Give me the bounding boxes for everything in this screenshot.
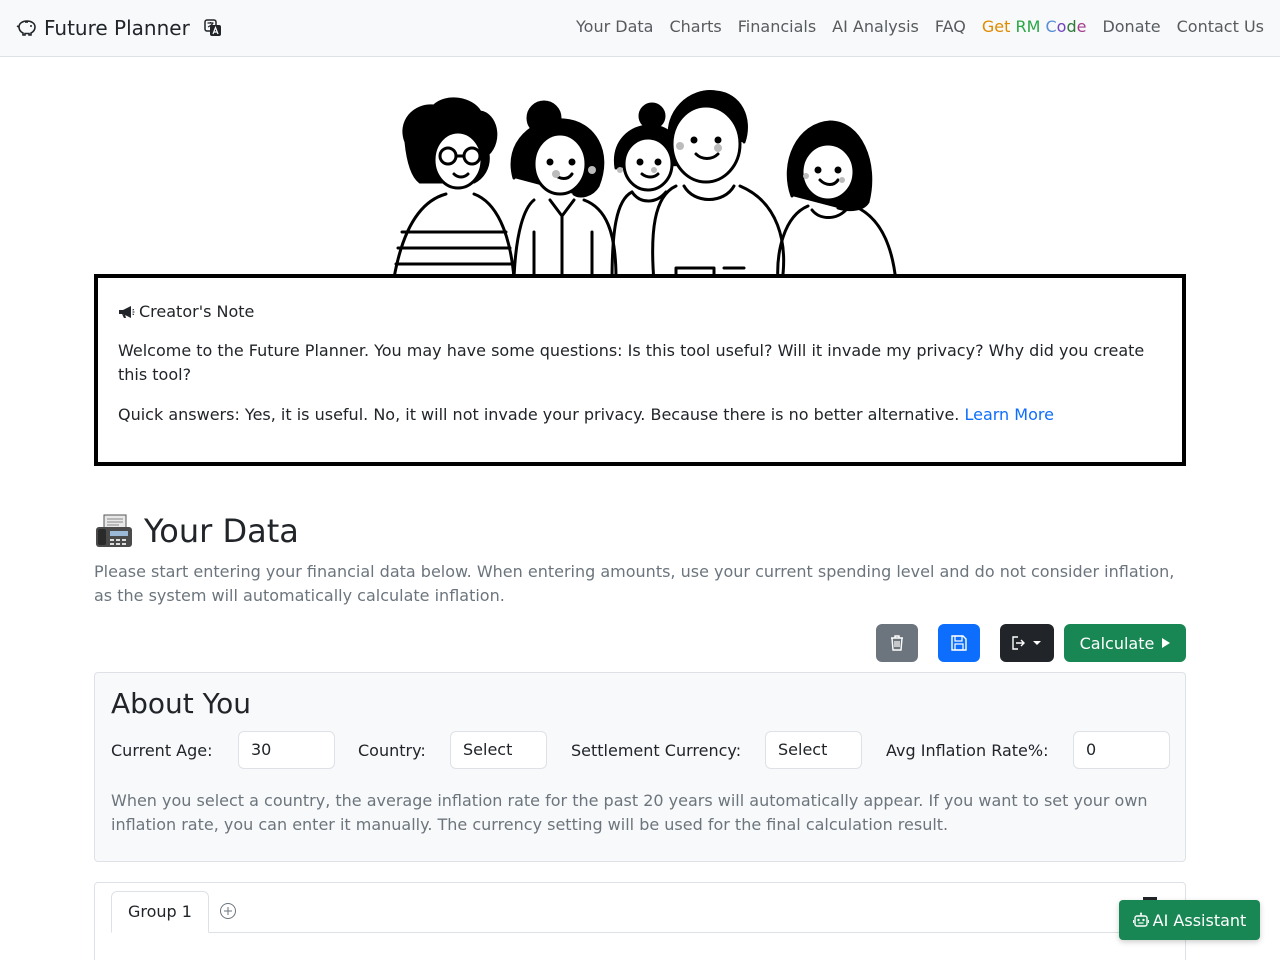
trash-icon <box>891 635 903 651</box>
navbar: Future Planner Your Data Charts Financia… <box>0 0 1280 57</box>
currency-label: Settlement Currency: <box>571 741 742 760</box>
group-card: Group 1 <box>94 882 1186 960</box>
currency-select[interactable]: Select <box>765 731 862 769</box>
floppy-disk-icon <box>951 635 967 651</box>
plus-circle-icon[interactable] <box>219 902 237 920</box>
about-you-help: When you select a country, the average i… <box>111 791 1148 834</box>
your-data-description: Please start entering your financial dat… <box>94 562 1175 605</box>
note-paragraph-2-text: Quick answers: Yes, it is useful. No, it… <box>118 405 960 424</box>
brand[interactable]: Future Planner <box>16 15 222 41</box>
main-nav: Your Data Charts Financials AI Analysis … <box>576 17 1264 36</box>
nav-charts[interactable]: Charts <box>669 17 721 36</box>
age-label: Current Age: <box>111 741 213 760</box>
nav-faq[interactable]: FAQ <box>935 17 966 36</box>
box-arrow-icon <box>1012 636 1025 650</box>
translate-icon[interactable] <box>204 19 222 37</box>
fax-machine-icon <box>96 514 132 547</box>
country-select[interactable]: Select <box>450 731 547 769</box>
calculate-label: Calculate <box>1079 633 1155 653</box>
nav-financials[interactable]: Financials <box>738 17 816 36</box>
nav-your-data[interactable]: Your Data <box>576 17 653 36</box>
inflation-label: Avg Inflation Rate%: <box>886 741 1049 760</box>
nav-ai-analysis[interactable]: AI Analysis <box>832 17 919 36</box>
people-illustration <box>386 90 900 284</box>
calculate-button[interactable]: Calculate <box>1064 624 1186 662</box>
ai-assistant-label: AI Assistant <box>1152 910 1247 930</box>
play-icon <box>1162 638 1171 648</box>
about-you-title: About You <box>111 687 251 720</box>
your-data-title: Your Data <box>144 512 299 550</box>
clear-data-button[interactable] <box>876 624 918 662</box>
piggy-bank-icon <box>16 20 36 36</box>
caret-down-icon <box>1033 641 1041 645</box>
nav-get-rm-code[interactable]: Get RM Code <box>982 17 1087 36</box>
megaphone-icon <box>119 305 135 318</box>
note-title-text: Creator's Note <box>139 302 255 321</box>
nav-donate[interactable]: Donate <box>1102 17 1160 36</box>
your-data-heading: Your Data <box>94 512 299 550</box>
robot-icon <box>1132 912 1149 927</box>
country-label: Country: <box>358 741 426 760</box>
tab-group-1[interactable]: Group 1 <box>111 891 209 933</box>
note-title: Creator's Note <box>118 302 254 321</box>
inflation-input[interactable]: 0 <box>1073 731 1170 769</box>
about-you-card: About You Current Age: 30 Country: Selec… <box>94 672 1186 862</box>
age-input[interactable]: 30 <box>238 731 335 769</box>
creators-note: Creator's Note Welcome to the Future Pla… <box>94 274 1186 466</box>
import-export-dropdown[interactable] <box>1000 624 1054 662</box>
about-you-fields: Current Age: 30 Country: Select Settleme… <box>111 731 1171 771</box>
ai-assistant-button[interactable]: AI Assistant <box>1119 900 1260 940</box>
group-tabs: Group 1 <box>111 891 1169 933</box>
save-data-button[interactable] <box>938 624 980 662</box>
note-paragraph-1: Welcome to the Future Planner. You may h… <box>118 341 1145 384</box>
brand-title: Future Planner <box>44 16 190 40</box>
learn-more-link[interactable]: Learn More <box>964 405 1053 424</box>
data-toolbar: Calculate <box>876 624 1186 662</box>
note-paragraph-2: Quick answers: Yes, it is useful. No, it… <box>118 403 1162 427</box>
nav-contact[interactable]: Contact Us <box>1177 17 1264 36</box>
